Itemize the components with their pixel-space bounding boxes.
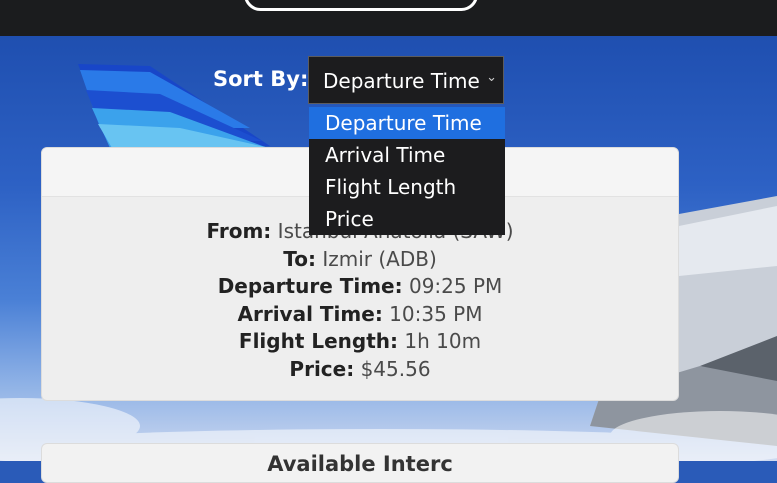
navbar-pill-button[interactable] — [244, 0, 478, 11]
flight-card-body: From: Istanbul Anatolia (SAW) To: Izmir … — [42, 218, 678, 383]
from-label: From: — [206, 219, 272, 243]
flight-price-row: Price: $45.56 — [42, 356, 678, 384]
arrival-value: 10:35 PM — [389, 301, 483, 326]
departure-value: 09:25 PM — [408, 274, 503, 298]
length-label: Flight Length: — [238, 329, 399, 353]
sort-select-value: Departure Time — [323, 69, 480, 93]
chevron-down-icon: ⌄ — [486, 70, 497, 85]
departure-label: Departure Time: — [217, 274, 403, 298]
to-label: To: — [283, 246, 316, 271]
flight-arrival-row: Arrival Time: 10:35 PM — [42, 301, 678, 329]
next-flight-card: Available Interc — [41, 443, 679, 483]
sort-option-flight-length[interactable]: Flight Length — [309, 171, 505, 203]
sort-select[interactable]: Departure Time ⌄ — [308, 56, 504, 104]
flight-length-row: Flight Length: 1h 10m — [42, 328, 678, 356]
sort-dropdown-menu: Departure Time Arrival Time Flight Lengt… — [309, 107, 505, 235]
to-value: Izmir (ADB) — [322, 246, 437, 271]
flight-departure-row: Departure Time: 09:25 PM — [42, 273, 678, 301]
price-value: $45.56 — [360, 356, 431, 381]
sort-option-departure-time[interactable]: Departure Time — [309, 107, 505, 139]
next-card-title: Available Interc — [267, 452, 453, 476]
sort-option-price[interactable]: Price — [309, 203, 505, 235]
length-value: 1h 10m — [404, 329, 482, 353]
sort-option-arrival-time[interactable]: Arrival Time — [309, 139, 505, 171]
sort-by-label: Sort By: — [213, 67, 309, 91]
price-label: Price: — [289, 356, 355, 381]
arrival-label: Arrival Time: — [237, 301, 383, 326]
sort-by-row: Sort By: — [213, 67, 308, 91]
flight-to-row: To: Izmir (ADB) — [42, 246, 678, 274]
top-navbar — [0, 0, 777, 36]
